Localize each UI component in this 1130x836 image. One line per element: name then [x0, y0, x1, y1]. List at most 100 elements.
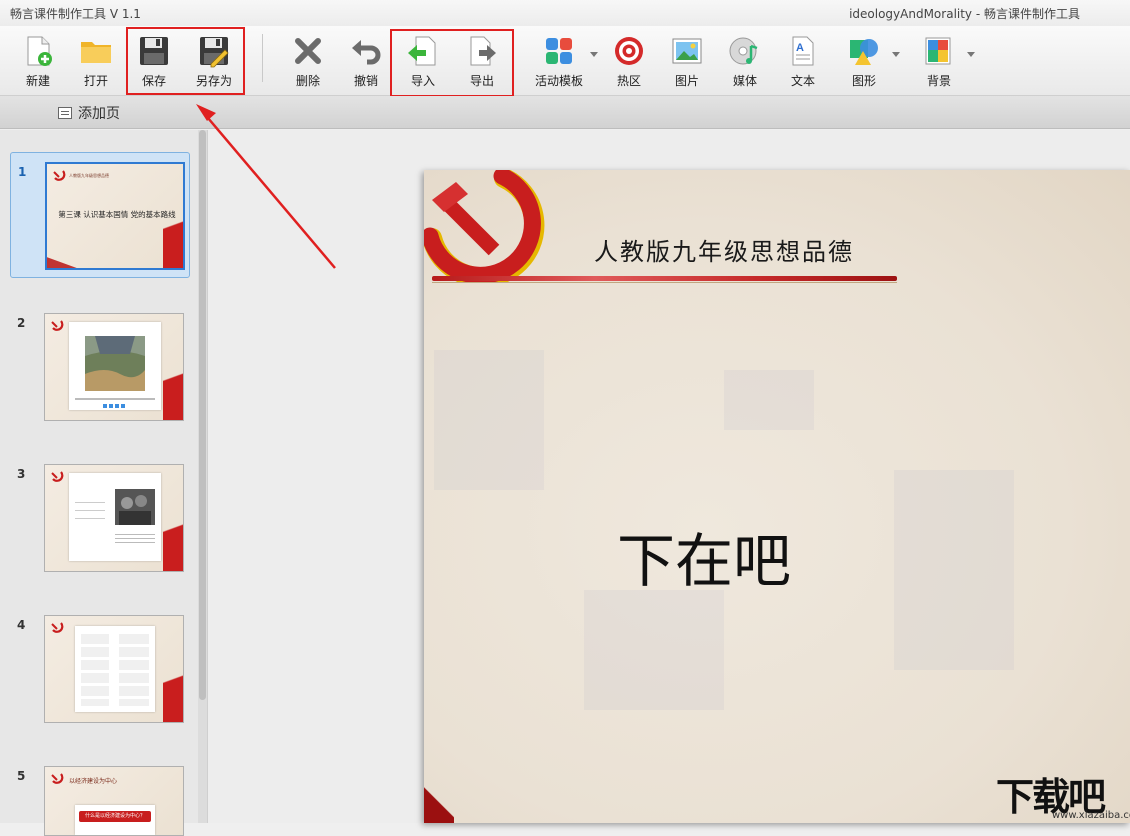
matching-column-right	[119, 634, 149, 706]
slide-number: 4	[17, 618, 26, 632]
thumbnail-header: 人教版九年级思想品德	[69, 173, 109, 178]
header-divider-thin	[432, 282, 897, 283]
historical-photo	[115, 489, 155, 525]
thumbnail-preview	[44, 313, 184, 421]
delete-button[interactable]: 删除	[281, 32, 335, 92]
shapes-icon	[847, 34, 881, 68]
document-title: ideologyAndMorality - 畅言课件制作工具	[849, 7, 1080, 21]
shape-label: 图形	[851, 74, 876, 88]
delete-label: 删除	[295, 74, 320, 88]
slide-number: 5	[17, 769, 26, 783]
delete-x-icon	[291, 34, 325, 68]
svg-text:A: A	[796, 42, 804, 54]
background-button[interactable]: 背景	[909, 32, 975, 92]
red-flag-decoration	[163, 662, 183, 722]
chevron-down-icon	[590, 52, 598, 57]
chevron-down-icon	[967, 52, 975, 57]
party-emblem-icon	[424, 170, 545, 282]
folder-icon	[79, 34, 113, 68]
open-button[interactable]: 打开	[69, 32, 123, 92]
slide-number: 2	[17, 316, 26, 330]
page-icon	[58, 107, 72, 119]
background-icon	[922, 34, 956, 68]
slide-thumbnail-1[interactable]: 1 人教版九年级思想品德 第三课 认识基本国情 党的基本路线	[10, 152, 190, 278]
picture-icon	[670, 34, 704, 68]
shape-button[interactable]: 图形	[834, 32, 900, 92]
scrollbar-thumb[interactable]	[199, 130, 206, 700]
slide-thumbnail-2[interactable]: 2	[10, 304, 190, 430]
template-grid-icon	[542, 34, 576, 68]
red-flag-decoration	[163, 360, 183, 420]
slide-thumbnail-5[interactable]: 5 以经济建设为中心 什么是以经济建设为中心？	[10, 757, 190, 836]
undo-label: 撤销	[353, 74, 378, 88]
thumbnail-header: 以经济建设为中心	[69, 778, 118, 785]
hotspot-button[interactable]: 热区	[602, 32, 656, 92]
party-emblem-icon	[53, 170, 66, 181]
background-label: 背景	[926, 74, 951, 88]
background-texture	[724, 370, 814, 430]
red-flag-decoration	[47, 254, 81, 268]
image-label: 图片	[674, 74, 699, 88]
header-divider	[432, 276, 897, 281]
slide-header-title[interactable]: 人教版九年级思想品德	[594, 232, 854, 267]
add-page-label: 添加页	[78, 106, 120, 122]
matching-column-left	[81, 634, 109, 706]
slide-number: 3	[17, 467, 26, 481]
text-button[interactable]: A 文本	[776, 32, 830, 92]
media-button[interactable]: 媒体	[718, 32, 772, 92]
add-page-button[interactable]: 添加页	[58, 103, 120, 123]
text-lines	[115, 531, 155, 545]
page-bar: 添加页	[0, 96, 1130, 129]
pager-dots	[103, 404, 127, 408]
thumbnail-preview	[44, 615, 184, 723]
slide-canvas-area: 人教版九年级思想品德 下在吧	[208, 130, 1130, 823]
red-flag-decoration	[163, 208, 183, 268]
slide-thumbnail-4[interactable]: 4	[10, 606, 190, 732]
text-label: 文本	[790, 74, 815, 88]
party-emblem-icon	[51, 773, 64, 784]
slide-number: 1	[18, 165, 27, 179]
undo-icon	[349, 34, 383, 68]
party-emblem-icon	[51, 471, 64, 482]
new-file-icon	[21, 34, 55, 68]
slide-thumbnail-3[interactable]: 3	[10, 455, 190, 581]
background-texture	[894, 470, 1014, 670]
slide-body-text[interactable]: 下在吧	[617, 514, 791, 598]
target-icon	[612, 34, 646, 68]
content-card	[69, 322, 161, 410]
image-button[interactable]: 图片	[660, 32, 714, 92]
import-export-highlight-box	[390, 29, 514, 97]
title-bar: 畅言课件制作工具 V 1.1 ideologyAndMorality - 畅言课…	[0, 0, 1130, 26]
thumbnail-scrollbar[interactable]	[198, 130, 207, 823]
background-texture	[434, 350, 544, 490]
question-banner: 什么是以经济建设为中心？	[79, 811, 151, 822]
thumbnail-preview: 人教版九年级思想品德 第三课 认识基本国情 党的基本路线	[45, 162, 185, 270]
chevron-down-icon	[892, 52, 900, 57]
activity-template-button[interactable]: 活动模板	[528, 32, 598, 92]
open-label: 打开	[83, 74, 108, 88]
landscape-photo	[85, 336, 145, 391]
background-texture	[584, 590, 724, 710]
text-document-icon: A	[786, 34, 820, 68]
slide-editor[interactable]: 人教版九年级思想品德 下在吧	[424, 170, 1130, 823]
content-card: 什么是以经济建设为中心？	[75, 805, 155, 835]
undo-button[interactable]: 撤销	[339, 32, 393, 92]
party-emblem-icon	[51, 622, 64, 633]
caption-line	[75, 398, 155, 400]
new-button[interactable]: 新建	[11, 32, 65, 92]
thumbnail-preview	[44, 464, 184, 572]
option-list	[75, 495, 105, 525]
app-title: 畅言课件制作工具 V 1.1	[10, 7, 141, 21]
thumbnail-preview: 以经济建设为中心 什么是以经济建设为中心？	[44, 766, 184, 836]
party-emblem-icon	[51, 320, 64, 331]
media-label: 媒体	[732, 74, 757, 88]
toolbar-separator	[262, 34, 263, 82]
slide-thumbnail-panel: 1 人教版九年级思想品德 第三课 认识基本国情 党的基本路线 2 3 4 5 以…	[0, 130, 208, 836]
red-flag-decoration	[424, 783, 454, 823]
hotspot-label: 热区	[616, 74, 641, 88]
site-watermark: 下载吧 www.xiazaiba.com	[992, 766, 1130, 823]
content-card	[69, 473, 161, 561]
save-highlight-box	[126, 27, 245, 95]
red-flag-decoration	[163, 511, 183, 571]
media-disc-icon	[728, 34, 762, 68]
